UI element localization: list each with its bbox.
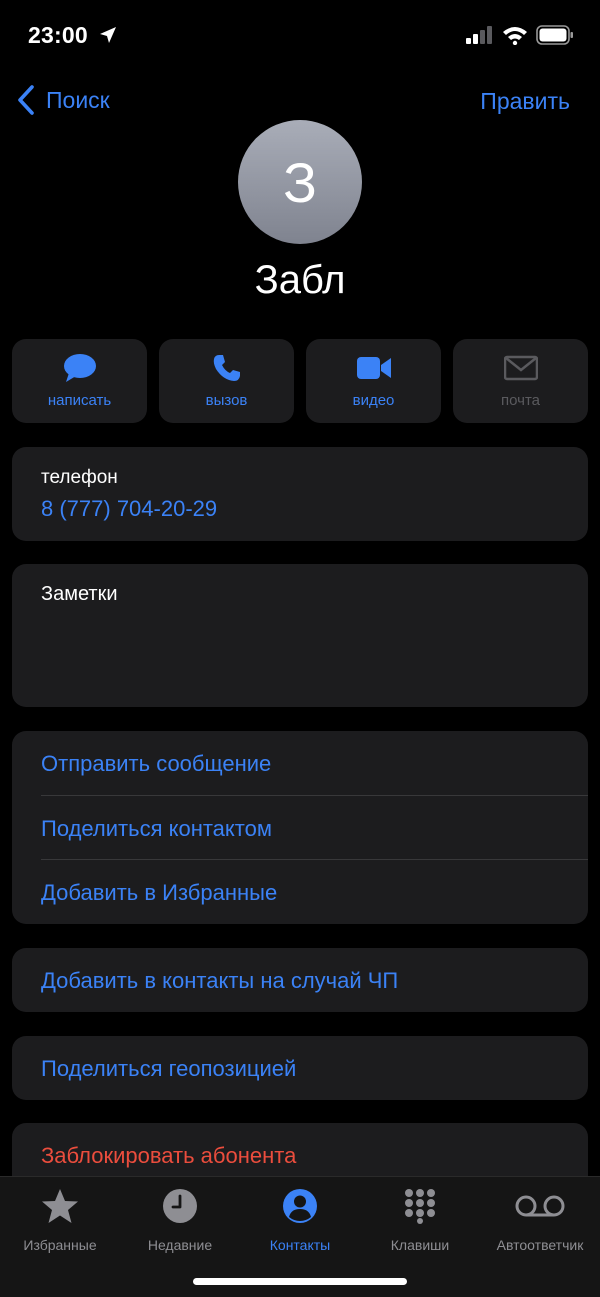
tab-label: Контакты [269, 1237, 331, 1253]
tab-keypad[interactable]: Клавиши [360, 1187, 480, 1253]
status-bar: 23:00 [0, 0, 600, 72]
phone-card[interactable]: телефон 8 (777) 704-20-29 [12, 447, 588, 541]
mail-envelope-icon [503, 353, 538, 388]
person-circle-icon [240, 1187, 360, 1225]
action-label: вызов [205, 392, 248, 409]
home-indicator[interactable] [193, 1278, 407, 1285]
battery-icon [536, 25, 574, 50]
video-camera-icon [356, 353, 392, 388]
row-label: Добавить в контакты на случай ЧП [41, 968, 399, 993]
call-action-button[interactable]: вызов [159, 339, 294, 423]
wifi-icon [502, 25, 528, 50]
action-label: почта [501, 392, 540, 409]
action-label: видео [352, 392, 395, 409]
clock-icon [120, 1187, 240, 1225]
tab-label: Избранные [23, 1237, 97, 1253]
send-message-row[interactable]: Отправить сообщение [41, 731, 588, 795]
add-to-favorites-row[interactable]: Добавить в Избранные [41, 859, 588, 923]
tab-voicemail[interactable]: Автоответчик [480, 1187, 600, 1253]
signal-icon [466, 26, 494, 49]
status-time: 23:00 [28, 22, 88, 48]
phone-icon [212, 353, 242, 388]
contact-name: Забл [254, 258, 346, 302]
video-action-button[interactable]: видео [306, 339, 441, 423]
tab-recents[interactable]: Недавние [120, 1187, 240, 1253]
share-location-row[interactable]: Поделиться геопозицией [12, 1036, 588, 1100]
notes-card[interactable]: Заметки [12, 564, 588, 707]
message-bubble-icon [63, 353, 97, 388]
back-button-label: Поиск [46, 86, 110, 113]
quick-actions: написать вызов видео почта [12, 339, 588, 423]
actions-menu-card: Отправить сообщение Поделиться контактом… [12, 731, 588, 924]
avatar-initial: З [283, 150, 317, 214]
share-contact-row[interactable]: Поделиться контактом [41, 795, 588, 859]
notes-label: Заметки [41, 583, 118, 605]
avatar: З [238, 120, 362, 244]
chevron-left-icon [18, 85, 34, 115]
row-label: Поделиться геопозицией [41, 1056, 297, 1081]
mail-action-button[interactable]: почта [453, 339, 588, 423]
row-label: Заблокировать абонента [41, 1143, 297, 1168]
voicemail-icon [480, 1187, 600, 1225]
tab-favorites[interactable]: Избранные [0, 1187, 120, 1253]
location-arrow-icon [98, 25, 118, 45]
tab-contacts[interactable]: Контакты [240, 1187, 360, 1253]
message-action-button[interactable]: написать [12, 339, 147, 423]
keypad-icon [360, 1187, 480, 1225]
status-indicators [466, 25, 574, 50]
edit-button[interactable]: Править [480, 88, 570, 115]
navigation-bar: Поиск Править [0, 80, 600, 124]
add-emergency-contact-row[interactable]: Добавить в контакты на случай ЧП [12, 948, 588, 1012]
phone-number-link[interactable]: 8 (777) 704-20-29 [41, 496, 217, 522]
tab-label: Клавиши [390, 1237, 450, 1253]
tab-label: Автоответчик [496, 1237, 584, 1253]
star-icon [0, 1187, 120, 1225]
tab-label: Недавние [147, 1237, 213, 1253]
phone-label: телефон [41, 467, 118, 488]
back-button[interactable]: Поиск [16, 84, 110, 116]
action-label: написать [47, 392, 112, 409]
